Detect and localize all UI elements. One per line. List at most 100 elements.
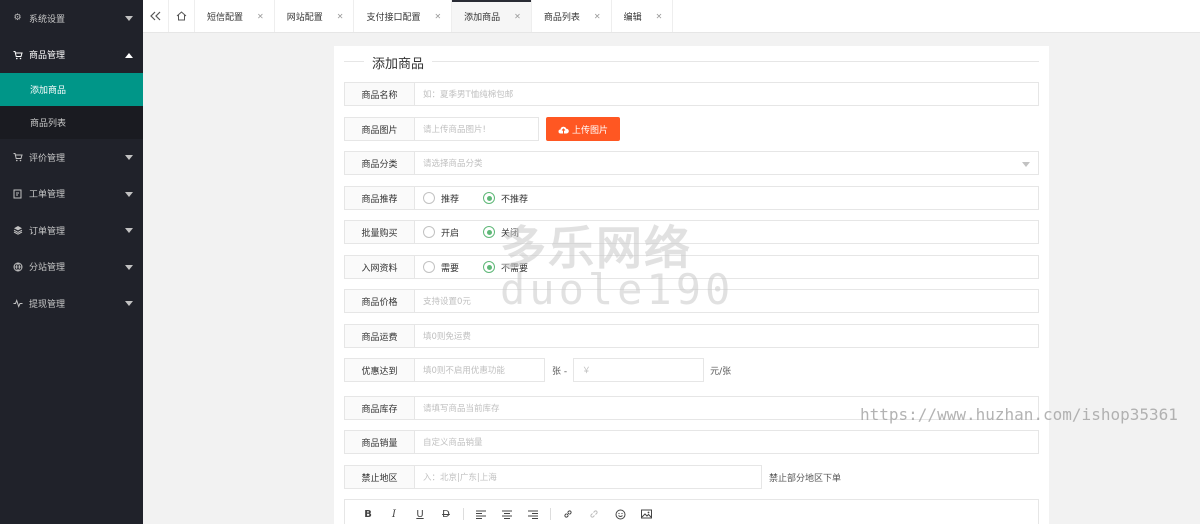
field-label: 商品推荐 <box>344 186 415 210</box>
gear-icon: ⚙ <box>13 13 22 24</box>
rich-text-toolbar: B I U D <box>344 499 1039 524</box>
field-label: 禁止地区 <box>344 465 415 489</box>
chevron-down-icon <box>125 228 133 234</box>
image-icon <box>640 509 652 519</box>
sidebar-item-label: 订单管理 <box>29 226 66 237</box>
chevron-down-icon <box>125 264 133 270</box>
field-label: 商品名称 <box>344 82 415 106</box>
align-right-icon <box>528 510 538 519</box>
category-select[interactable]: 请选择商品分类 <box>415 151 1039 175</box>
sidebar: ⚙ 系统设置 商品管理 添加商品 商品列表 评价管理 工单管理 订单管理 分站管… <box>0 0 143 524</box>
bold-button[interactable]: B <box>355 504 381 524</box>
chevron-down-icon <box>125 155 133 161</box>
close-icon[interactable]: ✕ <box>514 12 521 21</box>
radio-circle <box>483 192 496 204</box>
field-label: 批量购买 <box>344 220 415 244</box>
strikethrough-button[interactable]: D <box>433 504 459 524</box>
sidebar-item-order-management[interactable]: 订单管理 <box>0 212 143 249</box>
radio-label: 需要 <box>441 263 460 274</box>
insert-link-button[interactable] <box>555 504 581 524</box>
sidebar-item-label: 工单管理 <box>29 190 66 201</box>
cart-icon <box>12 152 23 163</box>
legend-line <box>429 61 1039 62</box>
radio-circle <box>423 192 435 204</box>
chevron-down-icon <box>125 16 133 22</box>
tab-label: 编辑 <box>623 12 642 23</box>
shipping-input[interactable]: 填0则免运费 <box>415 324 1039 348</box>
close-icon[interactable]: ✕ <box>337 12 344 21</box>
radio-recommend[interactable]: 推荐 <box>423 192 459 205</box>
radio-circle <box>483 261 496 273</box>
tab-site-config[interactable]: 网站配置 ✕ <box>275 0 355 32</box>
align-left-button[interactable] <box>468 504 494 524</box>
radio-circle <box>483 226 496 238</box>
chevron-down-icon <box>1022 162 1030 167</box>
tab-product-list[interactable]: 商品列表 ✕ <box>532 0 612 32</box>
chevron-up-icon <box>125 52 133 58</box>
close-icon[interactable]: ✕ <box>434 12 441 21</box>
home-icon <box>176 11 187 21</box>
image-row: 商品图片 请上传商品图片! 上传图片 <box>344 117 620 141</box>
discount-unit-text: 张 - <box>552 366 568 377</box>
sidebar-item-review-management[interactable]: 评价管理 <box>0 139 143 176</box>
field-label: 商品图片 <box>344 117 415 141</box>
tab-sms-config[interactable]: 短信配置 ✕ <box>195 0 275 32</box>
close-icon[interactable]: ✕ <box>594 12 601 21</box>
field-label: 商品分类 <box>344 151 415 175</box>
upload-button-label: 上传图片 <box>571 125 608 136</box>
tab-add-product[interactable]: 添加商品 ✕ <box>452 0 532 32</box>
select-placeholder: 请选择商品分类 <box>423 159 483 169</box>
submenu: 添加商品 商品列表 <box>0 73 143 139</box>
product-image-input[interactable]: 请上传商品图片! <box>415 117 539 141</box>
tab-payment-config[interactable]: 支付接口配置 ✕ <box>354 0 453 32</box>
sidebar-item-product-management[interactable]: 商品管理 <box>0 37 143 74</box>
underline-button[interactable]: U <box>407 504 433 524</box>
radio-not-recommend[interactable]: 不推荐 <box>483 192 528 205</box>
insert-image-button[interactable] <box>633 504 659 524</box>
cart-icon <box>12 49 23 60</box>
emoji-button[interactable] <box>607 504 633 524</box>
form-title: 添加商品 <box>364 53 433 72</box>
recommend-row: 商品推荐 推荐 不推荐 <box>344 186 1039 210</box>
field-label: 优惠达到 <box>344 358 415 382</box>
name-row: 商品名称 如：夏季男T恤纯棉包邮 <box>344 82 1039 106</box>
product-name-input[interactable]: 如：夏季男T恤纯棉包邮 <box>415 82 1039 106</box>
discount-price-input[interactable]: ￥ <box>573 358 705 382</box>
toolbar-divider <box>550 508 551 520</box>
discount-count-input[interactable]: 填0则不启用优惠功能 <box>415 358 545 382</box>
discount-price-unit: 元/张 <box>710 366 732 377</box>
double-chevron-left-icon <box>150 11 161 21</box>
region-input[interactable]: 入：北京|广东|上海 <box>415 465 762 489</box>
sidebar-subitem-product-list[interactable]: 商品列表 <box>0 106 143 139</box>
toolbar-divider <box>463 508 464 520</box>
collapse-sidebar-button[interactable] <box>143 0 169 32</box>
align-center-button[interactable] <box>494 504 520 524</box>
radio-circle <box>423 261 435 273</box>
sidebar-item-withdrawal-management[interactable]: 提现管理 <box>0 285 143 322</box>
sales-input[interactable]: 自定义商品销量 <box>415 430 1039 454</box>
tab-label: 商品列表 <box>543 12 580 23</box>
italic-button[interactable]: I <box>381 504 407 524</box>
upload-image-button[interactable]: 上传图片 <box>546 117 620 141</box>
sidebar-item-substation-management[interactable]: 分站管理 <box>0 249 143 286</box>
form-legend: 添加商品 <box>344 53 1039 72</box>
smiley-icon <box>615 509 625 519</box>
radio-material-need[interactable]: 需要 <box>423 261 459 274</box>
home-tab[interactable] <box>169 0 195 32</box>
sidebar-item-system-settings[interactable]: ⚙ 系统设置 <box>0 0 143 37</box>
sidebar-subitem-add-product[interactable]: 添加商品 <box>0 73 143 106</box>
watermark-subtitle: duole190 <box>500 265 735 314</box>
sidebar-item-ticket-management[interactable]: 工单管理 <box>0 176 143 213</box>
link-icon <box>564 510 572 518</box>
align-right-button[interactable] <box>520 504 546 524</box>
recommend-radio-group: 推荐 不推荐 <box>415 186 1039 210</box>
tab-edit[interactable]: 编辑 ✕ <box>612 0 674 32</box>
unlink-button[interactable] <box>581 504 607 524</box>
discount-row: 优惠达到 填0则不启用优惠功能 张 - ￥ 元/张 <box>344 358 731 382</box>
field-label: 商品库存 <box>344 396 415 420</box>
unlink-icon <box>590 510 598 518</box>
close-icon[interactable]: ✕ <box>656 12 663 21</box>
legend-line <box>344 61 364 62</box>
close-icon[interactable]: ✕ <box>257 12 264 21</box>
radio-bulk-on[interactable]: 开启 <box>423 226 459 239</box>
